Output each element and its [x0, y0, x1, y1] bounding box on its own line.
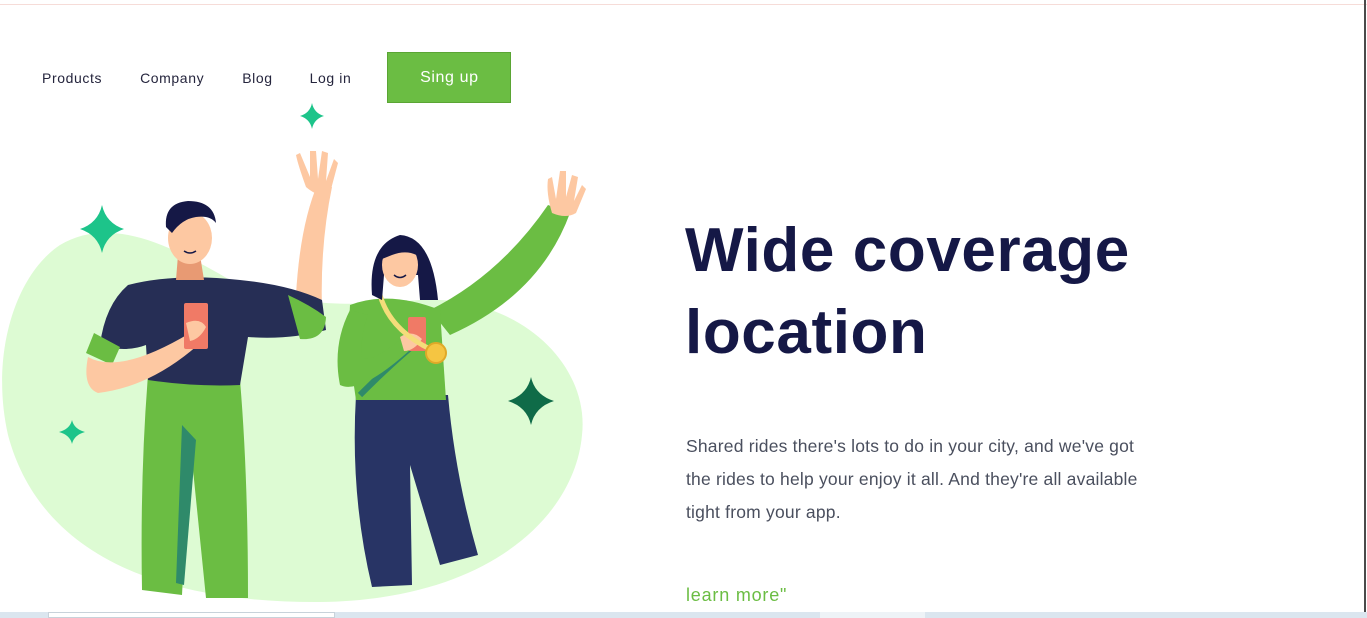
nav-blog-link[interactable]: Blog	[242, 70, 272, 86]
top-border-line	[0, 4, 1367, 5]
hero-title: Wide coverage location	[685, 210, 1285, 374]
scrollbar-edge	[1364, 0, 1366, 612]
hero-description: Shared rides there's lots to do in your …	[686, 430, 1186, 529]
nav-company-link[interactable]: Company	[140, 70, 204, 86]
hero-description-line-2: the rides to help your enjoy it all. And…	[686, 469, 1138, 489]
sparkle-icon	[300, 103, 324, 129]
nav-login-link[interactable]: Log in	[310, 70, 352, 86]
learn-more-link[interactable]: learn more"	[686, 585, 787, 606]
hero-description-line-3: tight from your app.	[686, 502, 841, 522]
hero-title-line-2: location	[685, 298, 928, 367]
os-taskbar	[0, 612, 1367, 618]
nav-products-link[interactable]: Products	[42, 70, 102, 86]
hero-illustration	[2, 103, 586, 603]
hero-description-line-1: Shared rides there's lots to do in your …	[686, 436, 1135, 456]
taskbar-tray-area	[820, 612, 925, 618]
hero-title-line-1: Wide coverage	[685, 216, 1130, 285]
taskbar-window-button[interactable]	[48, 612, 335, 618]
